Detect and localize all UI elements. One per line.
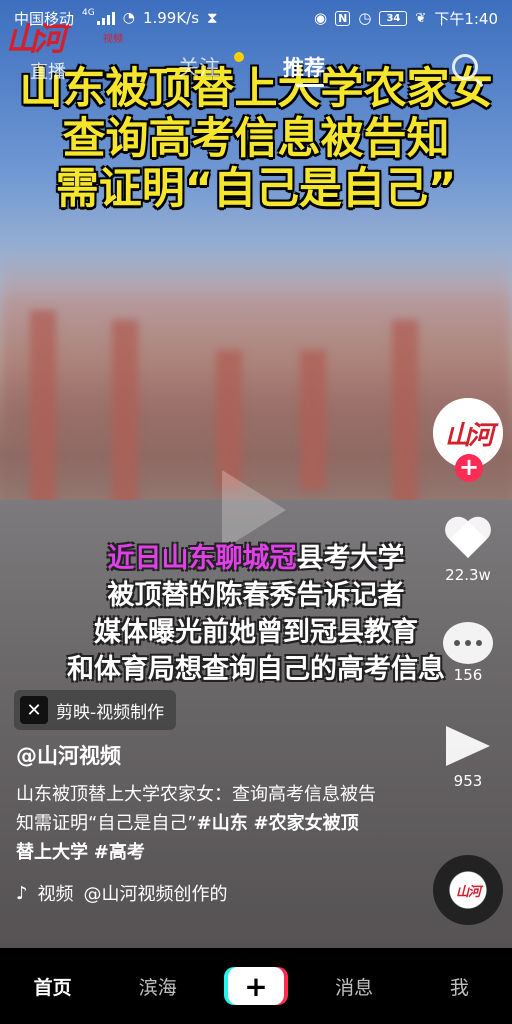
follow-plus-button[interactable]: + <box>455 454 483 482</box>
hourglass-icon: ⧗ <box>207 9 218 27</box>
create-button[interactable]: + <box>227 967 284 1005</box>
wifi-icon: ◔ <box>122 10 135 26</box>
alarm-icon: ◷ <box>358 9 372 27</box>
video-frame-pillar <box>30 310 56 510</box>
carrier-name: 中国移动 <box>14 9 75 28</box>
capcut-icon: ✕ <box>20 696 48 724</box>
music-prefix: 视频 <box>37 884 74 905</box>
hashtag[interactable]: #山东 <box>197 813 248 834</box>
music-disc[interactable]: 山河 <box>433 855 503 925</box>
signal-icon <box>96 11 115 25</box>
network-type: 4G <box>82 7 95 18</box>
capcut-label: 剪映-视频制作 <box>56 702 165 723</box>
nfc-icon: N <box>335 10 351 26</box>
author-name[interactable]: @山河视频 <box>16 740 121 770</box>
tab-home[interactable]: 首页 <box>18 973 88 1000</box>
network-speed: 1.99K/s <box>142 9 200 27</box>
tab-me[interactable]: 我 <box>424 973 494 1000</box>
comment-icon <box>443 622 493 664</box>
follow-notification-dot <box>234 52 244 62</box>
top-nav: 直播 关注 推荐 <box>0 48 512 88</box>
music-note-icon: ♪ <box>16 882 28 904</box>
tab-recommend[interactable]: 推荐 <box>283 52 325 82</box>
subtitle-text: 县考大学 <box>296 543 405 574</box>
video-frame-pillar <box>300 350 326 490</box>
comment-count: 156 <box>453 666 483 684</box>
like-button[interactable]: 22.3w <box>436 518 500 584</box>
heart-icon <box>443 518 493 564</box>
tab-messages[interactable]: 消息 <box>319 973 389 1000</box>
search-icon[interactable] <box>452 54 478 80</box>
like-count: 22.3w <box>445 566 491 584</box>
share-icon <box>446 726 490 766</box>
leaf-icon: ❦ <box>415 10 427 26</box>
capcut-tag[interactable]: ✕ 剪映-视频制作 <box>14 690 177 730</box>
post-description: 山东被顶替上大学农家女：查询高考信息被告知需证明“自己是自己”#山东 #农家女被… <box>16 780 376 867</box>
headline-line: 查询高考信息被告知 <box>62 114 450 164</box>
battery-icon: 34 <box>379 10 408 26</box>
music-title: @山河视频创作的 <box>83 884 228 905</box>
subtitle-highlight: 近日山东聊城冠 <box>107 543 297 574</box>
clock-time: 下午1:40 <box>434 9 498 28</box>
music-row[interactable]: ♪ 视频 @山河视频创作的 <box>16 880 228 906</box>
video-frame-pillar <box>216 350 242 490</box>
status-bar: 中国移动 4G ◔ 1.99K/s ⧗ ◉ N ◷ 34 ❦ 下午1:40 <box>0 0 512 36</box>
video-frame-pillar <box>392 320 418 510</box>
tab-live[interactable]: 直播 <box>30 58 66 84</box>
disc-label: 山河 <box>455 884 481 900</box>
video-frame-pillar <box>112 320 138 510</box>
bottom-tab-bar: 首页 滨海 + 消息 我 <box>0 948 512 1024</box>
play-icon[interactable] <box>222 470 286 550</box>
hashtag[interactable]: #高考 <box>94 842 145 863</box>
active-tab-indicator <box>296 84 324 87</box>
comment-button[interactable]: 156 <box>436 622 500 684</box>
tab-city[interactable]: 滨海 <box>123 973 193 1000</box>
eye-icon: ◉ <box>314 9 328 27</box>
share-count: 953 <box>453 772 483 790</box>
tab-follow[interactable]: 关注 <box>178 52 220 82</box>
headline-line: 需证明“自己是自己” <box>55 164 457 214</box>
share-button[interactable]: 953 <box>436 722 500 790</box>
